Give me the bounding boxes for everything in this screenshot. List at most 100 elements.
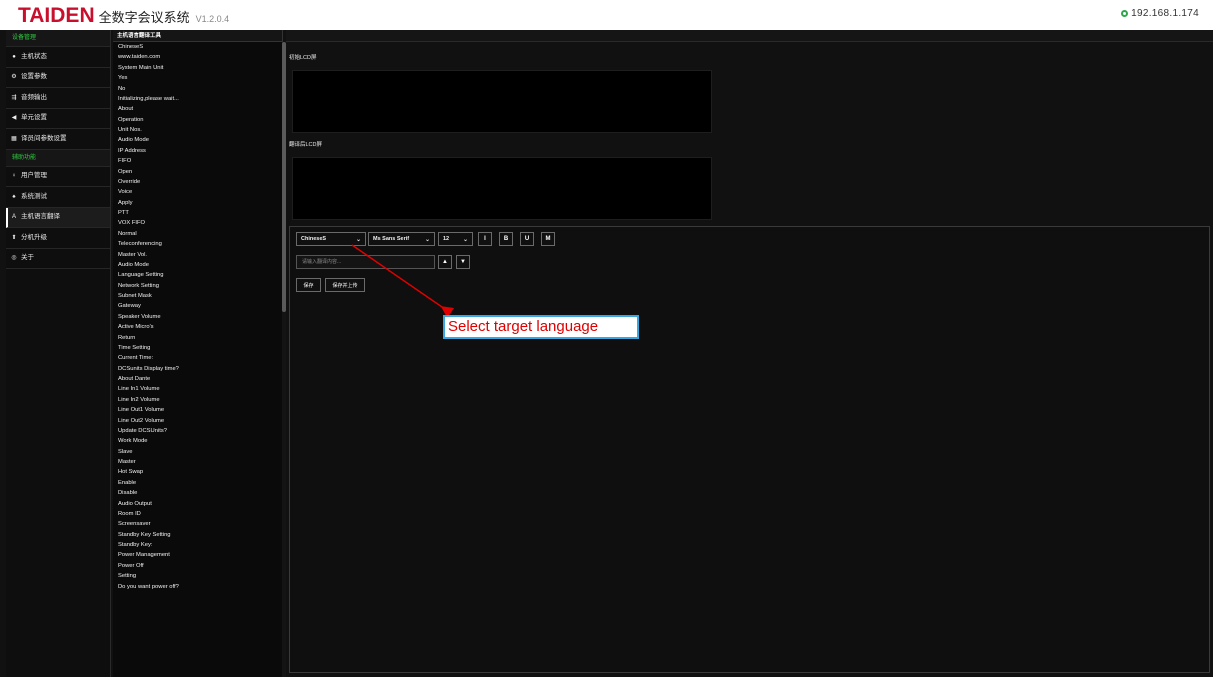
list-item[interactable]: Screensaver [113,519,282,529]
list-item[interactable]: System Main Unit [113,63,282,73]
font-select[interactable]: Ms Sans Serif ⌄ [368,232,435,246]
list-item[interactable]: Line Out2 Volume [113,416,282,426]
move-down-button[interactable]: ▼ [456,255,470,269]
list-item[interactable]: Room ID [113,509,282,519]
sidebar-group-auxiliary: 辅助功能 [6,149,110,167]
list-item[interactable]: Do you want power off? [113,582,282,592]
list-item[interactable]: Line In1 Volume [113,384,282,394]
list-item[interactable]: Line Out1 Volume [113,405,282,415]
list-item[interactable]: Active Micro's [113,322,282,332]
list-item[interactable]: Hot Swap [113,467,282,477]
list-item[interactable]: Operation [113,115,282,125]
sidebar-item-host-translation[interactable]: A 主机语言翻译 [6,207,110,228]
font-size-select[interactable]: 12 ⌄ [438,232,473,246]
list-item[interactable]: About [113,104,282,114]
sidebar-item-system-test[interactable]: ♠ 系统测试 [6,187,110,208]
sidebar-item-label: 单元设置 [21,114,47,122]
list-item[interactable]: Voice [113,187,282,197]
about-icon: ◎ [11,255,17,262]
translation-editor: ChineseS ⌄ Ms Sans Serif ⌄ 12 ⌄ I B U M … [289,226,1210,673]
chevron-down-icon: ⌄ [462,236,468,243]
underline-button[interactable]: U [520,232,534,246]
sidebar-item-label: 音频输出 [21,93,47,101]
list-item[interactable]: VOX FIFO [113,218,282,228]
list-item[interactable]: IP Address [113,146,282,156]
sidebar: 设备管理 ● 主机状态 ⚙ 设置参数 ⇶ 音频输出 ◀ 单元设置 ▦ 译员间参数设置 辅助… [6,30,111,677]
list-item[interactable]: Work Mode [113,436,282,446]
bold-button[interactable]: B [499,232,513,246]
list-item[interactable]: Subnet Mask [113,291,282,301]
list-item[interactable]: Disable [113,488,282,498]
app-title: 全数字会议系统 [98,10,190,25]
list-item[interactable]: About Dante [113,374,282,384]
list-item[interactable]: Return [113,333,282,343]
sidebar-item-extension-upgrade[interactable]: ⬆ 分机升级 [6,228,110,249]
output-icon: ⇶ [11,94,17,101]
sidebar-item-host-status[interactable]: ● 主机状态 [6,47,110,68]
font-size-select-value: 12 [443,236,450,242]
list-item[interactable]: Audio Mode [113,260,282,270]
sidebar-item-label: 关于 [21,254,34,262]
target-lcd-screen [292,157,712,220]
sidebar-item-about[interactable]: ◎ 关于 [6,249,110,269]
translation-text-input[interactable] [296,255,435,269]
circle-dot-icon: ● [12,53,16,60]
sidebar-group-device-management: 设备管理 [6,30,110,47]
sidebar-item-user-management[interactable]: ♀ 用户管理 [6,167,110,187]
list-item[interactable]: Power Off [113,561,282,571]
sidebar-item-booth-params[interactable]: ▦ 译员间参数设置 [6,129,110,150]
list-item[interactable]: No [113,84,282,94]
list-item[interactable]: Initializing,please wait... [113,94,282,104]
list-item[interactable]: Override [113,177,282,187]
target-lcd-label: 翻译后LCD屏 [289,142,323,148]
save-button[interactable]: 保存 [296,278,321,292]
list-item[interactable]: Enable [113,478,282,488]
top-bar: TAIDEN 全数字会议系统 V1.2.0.4 192.168.1.174 [0,0,1213,30]
list-item[interactable]: FIFO [113,156,282,166]
list-item[interactable]: Teleconferencing [113,239,282,249]
sidebar-item-unit-settings[interactable]: ◀ 单元设置 [6,109,110,129]
list-item[interactable]: Audio Output [113,499,282,509]
list-item[interactable]: DCSunits Display time? [113,364,282,374]
move-up-button[interactable]: ▲ [438,255,452,269]
font-select-value: Ms Sans Serif [373,236,410,242]
list-item[interactable]: Master Vol. [113,250,282,260]
list-item[interactable]: Master [113,457,282,467]
sidebar-item-label: 译员间参数设置 [21,134,67,142]
sidebar-item-label: 用户管理 [21,172,47,180]
list-item[interactable]: ChineseS [113,42,282,52]
sidebar-item-settings[interactable]: ⚙ 设置参数 [6,68,110,88]
list-item[interactable]: Yes [113,73,282,83]
list-item[interactable]: Current Time: [113,353,282,363]
m-button[interactable]: M [541,232,555,246]
list-item[interactable]: Standby Key: [113,540,282,550]
list-item[interactable]: Language Setting [113,270,282,280]
source-lcd-label: 初始LCD屏 [289,55,317,61]
list-item[interactable]: Power Management [113,550,282,560]
sidebar-item-audio-output[interactable]: ⇶ 音频输出 [6,88,110,109]
list-item[interactable]: Apply [113,198,282,208]
list-item[interactable]: www.taiden.com [113,52,282,62]
list-item[interactable]: Update DCSUnits? [113,426,282,436]
chevron-down-icon: ⌄ [424,236,430,243]
save-upload-button[interactable]: 保存并上传 [325,278,365,292]
list-item[interactable]: Setting [113,571,282,581]
list-item[interactable]: Open [113,167,282,177]
list-item[interactable]: Gateway [113,301,282,311]
list-item[interactable]: Audio Mode [113,135,282,145]
list-item[interactable]: Standby Key Setting [113,530,282,540]
sidebar-item-label: 设置参数 [21,73,47,81]
user-pin-icon: ♀ [11,173,17,180]
list-item[interactable]: Time Setting [113,343,282,353]
language-select[interactable]: ChineseS ⌄ [296,232,366,246]
list-item[interactable]: Slave [113,447,282,457]
list-item[interactable]: Unit Nos. [113,125,282,135]
list-item[interactable]: Line In2 Volume [113,395,282,405]
list-item[interactable]: Normal [113,229,282,239]
annotation-callout: Select target language [443,315,639,339]
main-panel: 初始LCD屏 翻译后LCD屏 ChineseS ⌄ Ms Sans Serif … [286,30,1213,677]
italic-button[interactable]: I [478,232,492,246]
list-item[interactable]: Speaker Volume [113,312,282,322]
list-item[interactable]: Network Setting [113,281,282,291]
list-item[interactable]: PTT [113,208,282,218]
